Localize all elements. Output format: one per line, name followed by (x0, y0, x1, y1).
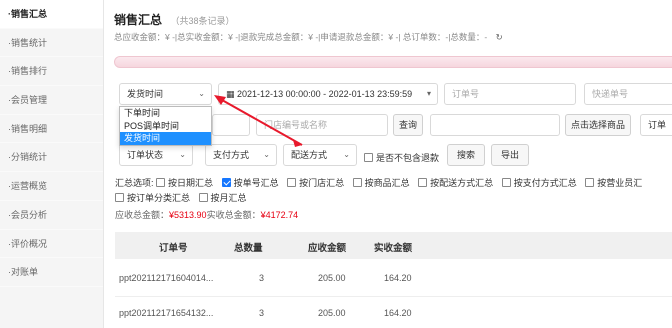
select-product-button[interactable]: 点击选择商品 (565, 114, 631, 136)
calendar-icon: ▦ (226, 89, 235, 99)
date-range-input[interactable]: ▦ 2021-12-13 00:00:00 - 2022-01-13 23:59… (218, 83, 438, 105)
checkbox[interactable] (352, 178, 362, 187)
checkbox[interactable] (198, 193, 208, 202)
chevron-down-icon: ⌄ (179, 150, 186, 159)
dropdown-option-pos-time[interactable]: POS调单时间 (120, 120, 211, 133)
sidebar-item-distribution-stats[interactable]: ·分销统计 (0, 143, 103, 173)
sidebar-item-sales-detail[interactable]: ·销售明细 (0, 115, 103, 144)
delivery-method-select[interactable]: 配送方式 ⌄ (283, 144, 357, 166)
export-button[interactable]: 导出 (491, 144, 529, 166)
col-receivable: 应收金额 (308, 243, 347, 254)
checkbox[interactable] (115, 193, 124, 202)
store-input[interactable]: 门店编号或名称 (256, 114, 388, 136)
sidebar-item-sales-summary[interactable]: ·销售汇总 (0, 0, 103, 29)
col-quantity: 总数量 (234, 243, 263, 254)
summary-line: 总应收金额：¥ -|总实收金额：¥ -|退款完成总金额：¥ -|申请退款总金额：… (114, 31, 503, 43)
checkbox[interactable] (585, 178, 595, 187)
option-by-order-category[interactable]: 按订单分类汇总 (115, 193, 190, 203)
option-by-month[interactable]: 按月汇总 (198, 193, 247, 203)
sidebar: ·销售汇总 ·销售统计 ·销售排行 ·会员管理 ·销售明细 ·分销统计 ·运营概… (0, 0, 104, 328)
sidebar-item-sales-ranking[interactable]: ·销售排行 (0, 57, 103, 87)
option-by-payment[interactable]: 按支付方式汇总 (501, 178, 577, 188)
option-by-date[interactable]: 按日期汇总 (156, 178, 213, 188)
product-input[interactable] (430, 114, 560, 136)
sidebar-item-member-analysis[interactable]: ·会员分析 (0, 201, 103, 230)
refresh-icon[interactable]: ↻ (496, 32, 503, 43)
express-number-input[interactable]: 快递单号 (584, 83, 672, 105)
col-order-no: 订单号 (159, 243, 188, 254)
checkbox[interactable] (287, 178, 297, 187)
exclude-refund-checkbox[interactable] (364, 153, 373, 162)
option-by-delivery[interactable]: 按配送方式汇总 (418, 178, 493, 188)
sidebar-item-review-overview[interactable]: ·评价概况 (0, 230, 103, 259)
summary-options-row-2: 按订单分类汇总 按月汇总 (115, 191, 253, 204)
page-header: 销售汇总 （共38条记录） (114, 11, 235, 28)
option-by-clerk[interactable]: 按营业员汇 (585, 178, 642, 188)
summary-text: 总应收金额：¥ -|总实收金额：¥ -|退款完成总金额：¥ -|申请退款总金额：… (114, 32, 488, 42)
record-count: （共38条记录） (170, 16, 235, 26)
checkbox-checked[interactable] (221, 178, 231, 187)
sidebar-item-member-management[interactable]: ·会员管理 (0, 86, 103, 115)
dropdown-option-ship-time[interactable]: 发货时间 (120, 132, 211, 145)
time-type-dropdown: 下单时间 POS调单时间 发货时间 (119, 106, 212, 146)
chevron-down-icon: ⌄ (198, 89, 205, 98)
table-row[interactable]: ppt202112171654132... 3 205.00 164.20 (115, 297, 672, 328)
sidebar-item-sales-stats[interactable]: ·销售统计 (0, 29, 103, 58)
totals-line: 应收总金额：¥5313.90实收总金额：¥4172.74 (115, 210, 299, 220)
checkbox[interactable] (501, 178, 511, 187)
chevron-down-icon: ⌄ (263, 150, 270, 159)
chevron-down-icon: ▾ (426, 89, 431, 98)
summary-options-row-1: 汇总选项: 按日期汇总 按单号汇总 按门店汇总 按商品汇总 按配送方式汇总 按支… (115, 176, 648, 189)
option-by-store[interactable]: 按门店汇总 (287, 178, 344, 188)
page-title: 销售汇总 (114, 13, 163, 27)
sidebar-item-operations-overview[interactable]: ·运营概览 (0, 172, 103, 201)
summary-options-label: 汇总选项: (115, 178, 154, 188)
option-by-product[interactable]: 按商品汇总 (352, 178, 410, 188)
notice-bar (114, 56, 672, 68)
table-row[interactable]: ppt202112171604014... 3 205.00 164.20 (115, 259, 672, 297)
exclude-refund-option[interactable]: 是否不包含退款 (364, 151, 439, 164)
search-button[interactable]: 搜索 (447, 144, 485, 166)
order-number-input[interactable]: 订单号 (444, 83, 576, 105)
table-header: 订单号 总数量 应收金额 实收金额 (115, 232, 672, 259)
col-received: 实收金额 (374, 243, 413, 254)
query-button[interactable]: 查询 (393, 114, 423, 136)
chevron-down-icon: ⌄ (343, 150, 350, 159)
checkbox[interactable] (418, 178, 428, 187)
dropdown-option-order-time[interactable]: 下单时间 (120, 107, 211, 120)
checkbox[interactable] (156, 178, 166, 187)
filter-input-hidden[interactable] (212, 114, 250, 136)
order-status-select[interactable]: 订单状态 ⌄ (119, 144, 193, 166)
time-type-select[interactable]: 发货时间 ⌄ (119, 83, 212, 105)
receivable-total: ¥5313.90 (169, 210, 207, 220)
received-total: ¥4172.74 (260, 210, 299, 220)
sidebar-item-statement[interactable]: ·对账单 (0, 258, 103, 287)
payment-method-select[interactable]: 支付方式 ⌄ (205, 144, 277, 166)
option-by-order-no[interactable]: 按单号汇总 (221, 178, 279, 188)
order-field-cut[interactable]: 订单 (640, 114, 672, 136)
